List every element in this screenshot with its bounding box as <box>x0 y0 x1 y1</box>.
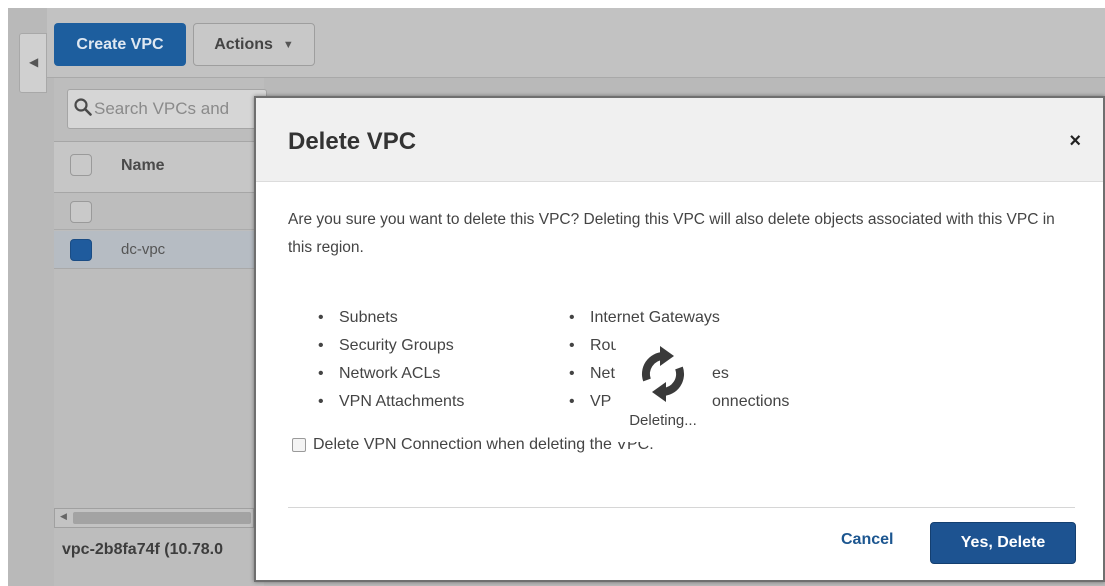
scrollbar-thumb[interactable] <box>73 512 251 524</box>
row-checkbox[interactable] <box>70 201 92 223</box>
horizontal-scrollbar[interactable]: ◀ <box>54 508 254 528</box>
list-item-fragment: onnections <box>712 393 790 410</box>
search-icon <box>74 97 92 121</box>
column-header-name[interactable]: Name <box>121 157 165 175</box>
scroll-left-icon[interactable]: ◀ <box>60 511 67 522</box>
collapse-panel-button[interactable]: ◀ <box>19 33 47 93</box>
dialog-title: Delete VPC <box>288 128 417 155</box>
checkbox[interactable] <box>292 438 306 452</box>
dialog-message: Are you sure you want to delete this VPC… <box>288 211 1055 256</box>
actions-label: Actions <box>214 35 273 53</box>
search-input[interactable]: Search VPCs and <box>67 89 267 129</box>
list-item: Security Groups <box>318 332 464 360</box>
list-item: Network ACLs <box>318 360 464 388</box>
dialog-divider <box>288 507 1075 508</box>
list-item: Internet Gateways <box>569 304 720 332</box>
checkbox-label: Delete VPN Connection when deleting the … <box>313 436 654 453</box>
close-icon[interactable]: × <box>1069 130 1081 153</box>
deleting-spinner: Deleting... <box>616 331 710 442</box>
refresh-icon <box>641 346 685 402</box>
create-vpc-button[interactable]: Create VPC <box>54 23 186 66</box>
selected-vpc-id: vpc-2b8fa74f (10.78.0 <box>62 541 223 558</box>
row-checkbox-checked[interactable] <box>70 239 92 261</box>
actions-button[interactable]: Actions ▼ <box>193 23 315 66</box>
spinner-label: Deleting... <box>629 412 697 429</box>
dialog-header: Delete VPC × <box>256 98 1103 182</box>
list-item-fragment: es <box>712 365 729 382</box>
chevron-down-icon: ▼ <box>282 38 294 51</box>
yes-delete-button[interactable]: Yes, Delete <box>930 522 1076 564</box>
list-item: VPN Attachments <box>318 388 464 416</box>
delete-vpn-connection-checkbox[interactable]: Delete VPN Connection when deleting the … <box>292 436 654 454</box>
objects-list-left: Subnets Security Groups Network ACLs VPN… <box>318 304 464 416</box>
select-all-checkbox[interactable] <box>70 154 92 176</box>
cancel-button[interactable]: Cancel <box>841 531 893 549</box>
vpc-name-cell: dc-vpc <box>121 241 166 258</box>
list-item: Subnets <box>318 304 464 332</box>
search-placeholder: Search VPCs and <box>94 99 230 118</box>
chevron-left-icon: ◀ <box>29 55 39 69</box>
